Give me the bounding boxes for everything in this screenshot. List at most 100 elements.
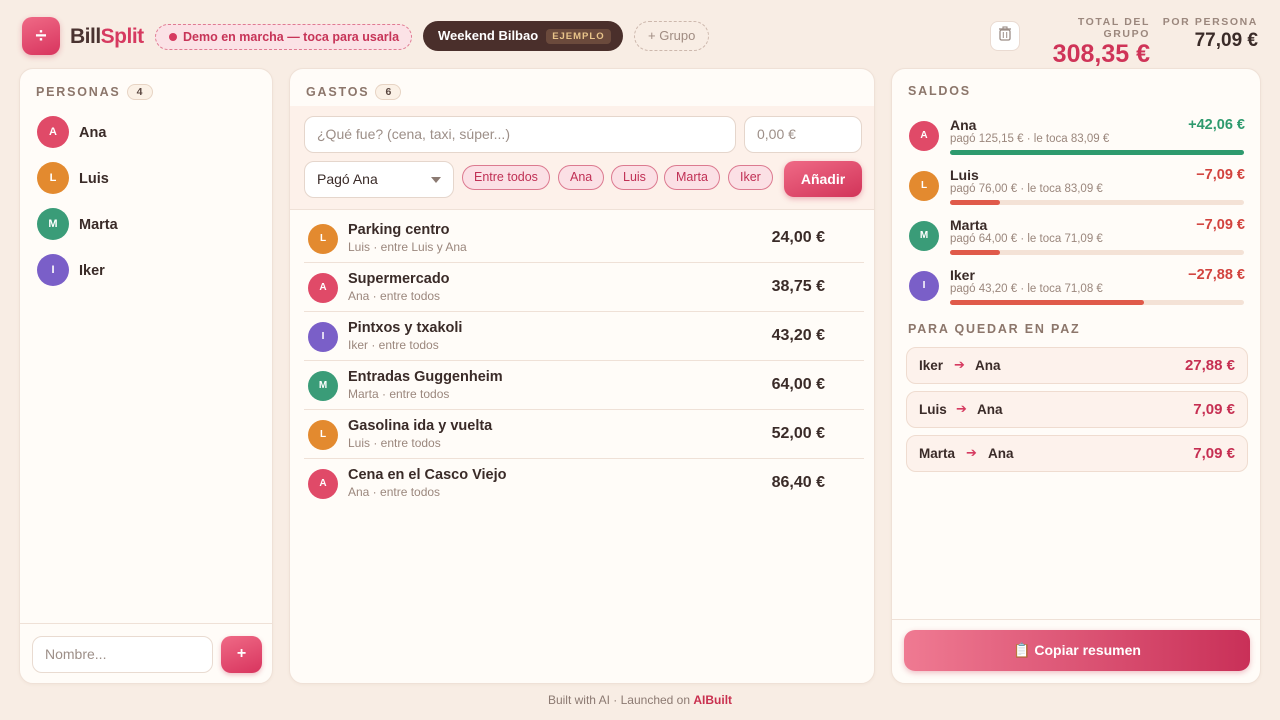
- expense-subtitle: Ana · entre todos: [348, 289, 441, 303]
- page-footer: Built with AI · Launched on AIBuilt: [0, 693, 1280, 707]
- split-chip-marta[interactable]: Marta: [664, 165, 720, 190]
- balance-bar-fill: [950, 150, 1244, 155]
- balance-value: −7,09 €: [1196, 217, 1245, 233]
- people-title-text: PERSONAS: [36, 85, 121, 99]
- balance-detail: pagó 125,15 € · le toca 83,09 €: [950, 133, 1110, 145]
- balance-row: I Iker pagó 43,20 € · le toca 71,08 € −2…: [909, 267, 1245, 311]
- expense-row[interactable]: L Gasolina ida y vuelta Luis · entre tod…: [304, 410, 864, 459]
- footer-text: Built with AI · Launched on: [547, 693, 694, 707]
- expense-subtitle: Iker · entre todos: [348, 338, 439, 352]
- settlement-amount: 27,88 €: [1184, 357, 1235, 374]
- expense-amount: 24,00 €: [771, 229, 825, 246]
- group-total: TOTAL DEL GRUPO 308,35 €: [1030, 16, 1150, 69]
- add-person-button[interactable]: +: [221, 636, 262, 673]
- example-badge: EJEMPLO: [546, 29, 611, 44]
- payer-selected: Pagó Ana: [317, 171, 378, 187]
- expense-subtitle: Marta · entre todos: [348, 387, 450, 401]
- avatar: L: [909, 171, 939, 201]
- balances-panel-title: SALDOS: [908, 84, 971, 98]
- person-name: Marta: [79, 217, 118, 233]
- settlement-row[interactable]: Marta ➔ Ana 7,09 €: [906, 435, 1248, 472]
- expense-subtitle: Luis · entre todos: [348, 436, 441, 450]
- payer-select[interactable]: Pagó Ana: [304, 161, 454, 198]
- people-panel: PERSONAS 4 A Ana L Luis M Marta I Iker No…: [19, 68, 273, 684]
- split-chip-all[interactable]: Entre todos: [462, 165, 550, 190]
- copy-footer: 📋 Copiar resumen: [892, 619, 1260, 683]
- avatar: A: [909, 121, 939, 151]
- expense-amount: 43,20 €: [771, 327, 825, 344]
- avatar: M: [909, 221, 939, 251]
- expense-row[interactable]: L Parking centro Luis · entre Luis y Ana…: [304, 214, 864, 263]
- balance-bar-fill: [950, 300, 1145, 305]
- avatar: A: [308, 469, 338, 499]
- expense-row[interactable]: A Cena en el Casco Viejo Ana · entre tod…: [304, 459, 864, 508]
- expense-row[interactable]: I Pintxos y txakoli Iker · entre todos 4…: [304, 312, 864, 361]
- brand-part-2: Split: [100, 25, 145, 48]
- footer-link[interactable]: AIBuilt: [693, 693, 732, 707]
- balances-panel: SALDOS A Ana pagó 125,15 € · le toca 83,…: [891, 68, 1261, 684]
- split-chip-ana[interactable]: Ana: [558, 165, 605, 190]
- settlement-row[interactable]: Luis ➔ Ana 7,09 €: [906, 391, 1248, 428]
- settlement-amount: 7,09 €: [1193, 445, 1235, 462]
- group-name: Weekend Bilbao: [438, 28, 539, 43]
- expense-row[interactable]: A Supermercado Ana · entre todos 38,75 €: [304, 263, 864, 312]
- balance-detail: pagó 43,20 € · le toca 71,08 €: [950, 283, 1103, 295]
- per-person-label: POR PERSONA: [1162, 16, 1258, 28]
- demo-banner[interactable]: Demo en marcha — toca para usarla: [155, 24, 413, 50]
- add-person-footer: Nombre... +: [20, 623, 272, 683]
- expense-amount-input[interactable]: 0,00 €: [744, 116, 862, 153]
- balance-row: M Marta pagó 64,00 € · le toca 71,09 € −…: [909, 217, 1245, 261]
- person-name: Luis: [79, 171, 109, 187]
- settlement-amount: 7,09 €: [1193, 401, 1235, 418]
- group-total-value: 308,35 €: [1052, 40, 1150, 68]
- expense-title: Pintxos y txakoli: [348, 320, 463, 336]
- add-expense-form: ¿Qué fue? (cena, taxi, súper...) 0,00 € …: [290, 106, 874, 210]
- expense-amount: 86,40 €: [771, 474, 825, 491]
- settlement-from: Luis: [919, 402, 947, 417]
- per-person: POR PERSONA 77,09 €: [1162, 16, 1258, 52]
- balance-row: A Ana pagó 125,15 € · le toca 83,09 € +4…: [909, 117, 1245, 161]
- balance-bar: [950, 150, 1244, 155]
- expense-subtitle: Luis · entre Luis y Ana: [348, 240, 467, 254]
- add-expense-button[interactable]: Añadir: [784, 161, 862, 197]
- arrow-right-icon: ➔: [954, 357, 965, 372]
- split-chip-iker[interactable]: Iker: [728, 165, 773, 190]
- add-group-button[interactable]: + Grupo: [634, 21, 710, 51]
- balance-bar: [950, 250, 1244, 255]
- arrow-right-icon: ➔: [966, 445, 977, 460]
- avatar: I: [909, 271, 939, 301]
- header: ÷ BillSplit Demo en marcha — toca para u…: [0, 0, 1280, 68]
- balance-value: +42,06 €: [1188, 117, 1245, 133]
- people-panel-title: PERSONAS 4: [36, 84, 153, 100]
- group-tab-active[interactable]: Weekend Bilbao EJEMPLO: [423, 21, 623, 51]
- balance-bar: [950, 300, 1244, 305]
- copy-summary-button[interactable]: 📋 Copiar resumen: [904, 630, 1250, 671]
- avatar: I: [308, 322, 338, 352]
- brand-name: BillSplit: [70, 25, 144, 49]
- expenses-count-badge: 6: [375, 84, 402, 100]
- trash-icon-glyph: [999, 26, 1011, 41]
- settlement-from: Iker: [919, 358, 944, 373]
- group-total-label: TOTAL DEL GRUPO: [1077, 16, 1150, 40]
- person-name-input[interactable]: Nombre...: [32, 636, 213, 673]
- avatar: L: [308, 224, 338, 254]
- settle-title: PARA QUEDAR EN PAZ: [908, 322, 1081, 336]
- expenses-panel: GASTOS 6 ¿Qué fue? (cena, taxi, súper...)…: [289, 68, 875, 684]
- settlement-row[interactable]: Iker ➔ Ana 27,88 €: [906, 347, 1248, 384]
- expense-description-input[interactable]: ¿Qué fue? (cena, taxi, súper...): [304, 116, 736, 153]
- avatar: A: [308, 273, 338, 303]
- expense-row[interactable]: M Entradas Guggenheim Marta · entre todo…: [304, 361, 864, 410]
- balance-name: Ana: [950, 117, 977, 133]
- balance-name: Marta: [950, 217, 988, 233]
- balance-bar-fill: [950, 250, 1000, 255]
- trash-icon[interactable]: [990, 21, 1020, 51]
- settlement-to: Ana: [975, 358, 1001, 373]
- settlement-from: Marta: [919, 446, 956, 461]
- balance-value: −27,88 €: [1188, 267, 1245, 283]
- settlement-to: Ana: [988, 446, 1014, 461]
- split-chip-luis[interactable]: Luis: [611, 165, 658, 190]
- chevron-down-icon: [431, 177, 441, 183]
- expense-amount: 38,75 €: [771, 278, 825, 295]
- person-name: Ana: [79, 125, 107, 141]
- logo-divide-icon: ÷: [22, 17, 60, 55]
